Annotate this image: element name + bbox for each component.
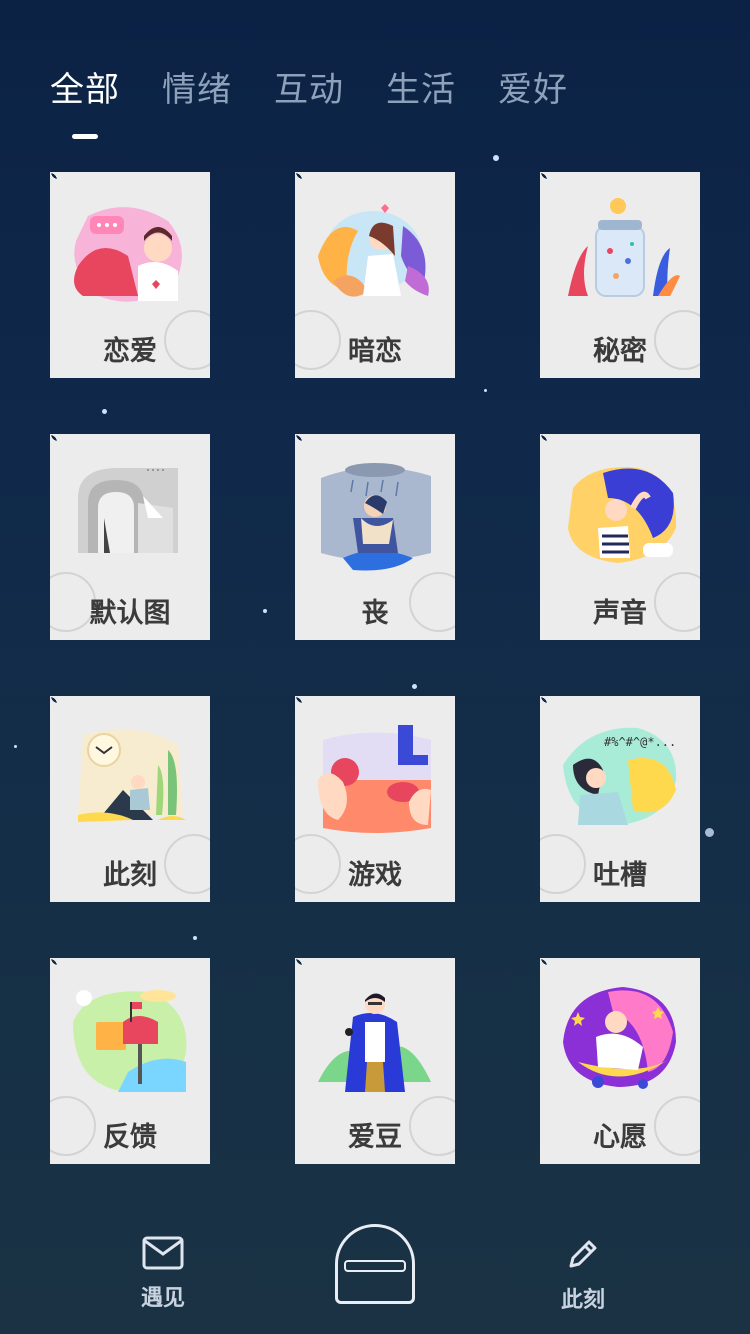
stamp-label: 暗恋: [348, 336, 402, 367]
stamp-label: 心愿: [593, 1122, 647, 1153]
feedback-mailbox-icon: [73, 990, 187, 1092]
stamp-label: 默认图: [89, 598, 171, 629]
stamp-wish[interactable]: 心愿: [540, 958, 714, 1164]
sad-rain-icon: [321, 463, 431, 571]
pencil-icon: [569, 1240, 597, 1268]
stamp-complain[interactable]: #%^#^@*... 吐槽: [526, 696, 700, 902]
complain-icon: #%^#^@*...: [563, 727, 676, 825]
stamp-moment[interactable]: 此刻: [50, 696, 224, 902]
mailbox-center-button[interactable]: [335, 1224, 415, 1304]
stamp-label: 爱豆: [348, 1122, 402, 1153]
stamp-label: 此刻: [103, 860, 157, 891]
voice-girl-icon: [568, 467, 677, 563]
stamp-label: 秘密: [593, 336, 647, 367]
star-dot: [493, 155, 499, 161]
crush-girl-icon: [318, 204, 429, 297]
stamp-label: 游戏: [348, 860, 402, 891]
moment-clock-icon: [78, 729, 186, 822]
star-dot: [14, 745, 17, 748]
mailbox-slot-icon: [344, 1260, 406, 1272]
stamp-sad[interactable]: 丧: [295, 434, 469, 640]
tab-emotion[interactable]: 情绪: [162, 62, 232, 111]
complain-text: #%^#^@*...: [604, 735, 676, 749]
secret-jar-icon: [568, 198, 680, 297]
nav-encounter[interactable]: 遇见: [118, 1236, 208, 1312]
game-hands-icon: [318, 725, 431, 833]
default-mailbox-icon: [78, 468, 178, 553]
stamp-label: 吐槽: [593, 860, 647, 891]
bottom-nav: 遇见 此刻: [0, 1200, 750, 1334]
stamp-crush[interactable]: 暗恋: [281, 172, 455, 378]
stamp-feedback[interactable]: 反馈: [36, 958, 210, 1164]
nav-moment-label: 此刻: [560, 1288, 605, 1313]
stamp-voice[interactable]: 声音: [540, 434, 714, 640]
tab-life[interactable]: 生活: [386, 62, 456, 111]
category-tabs: 全部 情绪 互动 生活 爱好: [50, 62, 568, 111]
stamp-default[interactable]: 默认图: [36, 434, 210, 640]
stamp-label: 丧: [361, 598, 389, 629]
tab-all[interactable]: 全部: [50, 62, 120, 111]
wish-moon-icon: [563, 987, 676, 1089]
tab-hobby[interactable]: 爱好: [498, 62, 568, 111]
stamp-label: 恋爱: [103, 336, 157, 367]
stamp-idol[interactable]: 爱豆: [295, 958, 469, 1164]
idol-singer-icon: [318, 993, 431, 1092]
stamp-label: 声音: [593, 598, 647, 629]
nav-moment[interactable]: 此刻: [538, 1236, 628, 1314]
stamp-secret[interactable]: 秘密: [540, 172, 714, 378]
tab-interaction[interactable]: 互动: [274, 62, 344, 111]
stamp-label: 反馈: [103, 1122, 157, 1153]
love-couple-icon: [74, 207, 182, 302]
stamp-grid: 恋爱 暗恋 秘密 默认图 丧 声音 此刻 游戏 #%^#^@*... 吐槽 反馈…: [36, 172, 714, 1164]
nav-encounter-label: 遇见: [140, 1286, 185, 1311]
envelope-icon: [142, 1236, 184, 1270]
star-dot: [705, 828, 714, 837]
stamp-game[interactable]: 游戏: [281, 696, 455, 902]
stamp-love[interactable]: 恋爱: [50, 172, 224, 378]
